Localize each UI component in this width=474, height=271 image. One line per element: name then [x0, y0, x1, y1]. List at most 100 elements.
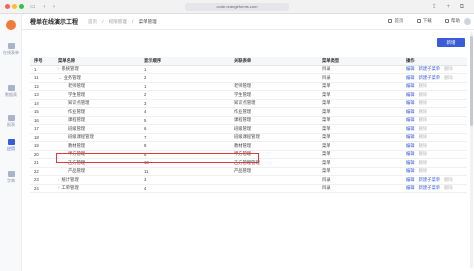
table-row[interactable]: 17 班级管理 6 班级管理 菜单 编辑 删除 — [30, 124, 467, 134]
cell-actions: 编辑 删除 — [402, 141, 467, 151]
cell-actions: 编辑 新建子菜单 删除 — [402, 184, 467, 193]
edit-button[interactable]: 编辑 — [406, 126, 415, 131]
cell-order: 1 — [140, 65, 230, 74]
cell-type: 目录 — [318, 73, 402, 83]
expand-arrow-icon[interactable]: › — [58, 66, 59, 71]
avatar[interactable] — [464, 18, 471, 25]
delete-button[interactable]: 删除 — [419, 100, 428, 105]
expand-arrow-icon[interactable]: › — [58, 177, 59, 182]
edit-button[interactable]: 编辑 — [406, 185, 415, 190]
delete-button[interactable]: 删除 — [419, 92, 428, 97]
close-window-button[interactable] — [5, 4, 10, 9]
edit-button[interactable]: 编辑 — [406, 168, 415, 173]
collapse-arrow-icon[interactable]: ⌄ — [58, 75, 62, 80]
menu-name: 教材管理 — [68, 142, 86, 148]
minimize-window-button[interactable] — [12, 4, 17, 9]
table-row[interactable]: 18 班级课程管理 7 班级课程管理 菜单 编辑 删除 — [30, 133, 467, 142]
cell-actions: 编辑 新建子菜单 删除 — [402, 73, 467, 83]
table-row[interactable]: 15 作业管理 4 作业管理 菜单 编辑 删除 — [30, 107, 467, 117]
delete-button[interactable]: 删除 — [444, 66, 453, 71]
cell-actions: 编辑 删除 — [402, 150, 467, 159]
table-row[interactable]: 1 › 系统管理 1 目录 编辑 新建子菜单 删除 — [30, 65, 467, 74]
edit-button[interactable]: 编辑 — [406, 134, 415, 139]
dictionary-icon — [7, 171, 15, 177]
cell-type: 菜单 — [318, 116, 402, 125]
edit-button[interactable]: 编辑 — [406, 92, 415, 97]
edit-button[interactable]: 编辑 — [406, 75, 415, 80]
edit-button[interactable]: 编辑 — [406, 177, 415, 182]
breadcrumb-item[interactable]: 权限管理 — [109, 19, 127, 24]
edit-button[interactable]: 编辑 — [406, 117, 415, 122]
help-link[interactable]: 帮助 — [445, 18, 460, 24]
add-submenu-button[interactable]: 新建子菜单 — [419, 75, 440, 80]
sidebar-item[interactable]: 应用 — [0, 139, 22, 151]
delete-button[interactable]: 删除 — [419, 151, 428, 156]
menu-name: 知识点管理 — [68, 100, 90, 106]
table-row[interactable]: 16 课程管理 5 课程管理 菜单 编辑 删除 — [30, 116, 467, 125]
sidebar-item[interactable]: 报表 — [0, 115, 22, 127]
add-submenu-button[interactable]: 新建子菜单 — [419, 177, 440, 182]
cell-actions: 编辑 删除 — [402, 90, 467, 100]
table-row[interactable]: 24 › 工单管理 4 目录 编辑 新建子菜单 删除 — [30, 184, 467, 193]
sidebar-item[interactable]: 在线表单 — [0, 43, 22, 55]
menu-table: 序号 菜单名称 显示顺序 关联表单 菜单类型 操作 1 › 系统管理 1 目录 编辑 新建子… — [30, 57, 467, 193]
breadcrumb-item[interactable]: 首页 — [88, 19, 97, 24]
add-menu-button[interactable]: 新增 — [437, 38, 465, 47]
add-submenu-button[interactable]: 新建子菜单 — [419, 185, 440, 190]
delete-button[interactable]: 删除 — [419, 109, 428, 114]
menu-name: 班级管理 — [68, 125, 86, 131]
table-row[interactable]: 23 › 统计管理 3 目录 编辑 新建子菜单 删除 — [30, 175, 467, 185]
edit-button[interactable]: 编辑 — [406, 109, 415, 114]
table-row[interactable]: 19 教材管理 8 教材管理 菜单 编辑 删除 — [30, 141, 467, 151]
delete-button[interactable]: 删除 — [444, 75, 453, 80]
cell-type: 目录 — [318, 175, 402, 185]
menu-name: 产品管理 — [68, 168, 86, 174]
delete-button[interactable]: 删除 — [419, 134, 428, 139]
scrollbar-thumb[interactable] — [470, 36, 473, 126]
cell-actions: 编辑 删除 — [402, 116, 467, 125]
edit-button[interactable]: 编辑 — [406, 143, 415, 148]
cell-order: 4 — [140, 184, 230, 193]
cell-order: 1 — [140, 82, 230, 91]
table-row[interactable]: 13 学生管理 2 学生管理 菜单 编辑 删除 — [30, 90, 467, 100]
cell-form: 班级管理 — [230, 124, 318, 134]
edit-button[interactable]: 编辑 — [406, 160, 415, 165]
table-row[interactable]: 12 老师管理 1 老师管理 菜单 编辑 删除 — [30, 82, 467, 91]
download-link[interactable]: 下载 — [416, 18, 432, 24]
delete-button[interactable]: 删除 — [419, 160, 428, 165]
column-header-order: 显示顺序 — [140, 57, 230, 66]
delete-button[interactable]: 删除 — [419, 168, 428, 173]
expand-arrow-icon[interactable]: › — [58, 185, 59, 190]
cell-type: 菜单 — [318, 133, 402, 142]
table-row[interactable]: 11 ⌄ 业务管理 2 目录 编辑 新建子菜单 删除 — [30, 73, 467, 83]
address-bar[interactable]: code.orangeforms.com — [185, 3, 289, 11]
edit-button[interactable]: 编辑 — [406, 151, 415, 156]
edit-button[interactable]: 编辑 — [406, 100, 415, 105]
cell-index: 16 — [30, 116, 54, 125]
home-icon — [388, 18, 393, 23]
delete-button[interactable]: 删除 — [419, 143, 428, 148]
sidebar-item-label: 字典 — [7, 178, 15, 183]
delete-button[interactable]: 删除 — [419, 83, 428, 88]
breadcrumb-separator: / — [102, 19, 104, 24]
cell-index: 12 — [30, 82, 54, 91]
cell-name: 课程管理 — [54, 116, 140, 125]
cell-name: › 工单管理 — [54, 184, 140, 193]
home-link[interactable]: 首页 — [388, 18, 403, 24]
cell-actions: 编辑 删除 — [402, 99, 467, 108]
table-row[interactable]: 14 知识点管理 3 知识点管理 菜单 编辑 删除 — [30, 99, 467, 108]
delete-button[interactable]: 删除 — [444, 177, 453, 182]
delete-button[interactable]: 删除 — [419, 126, 428, 131]
delete-button[interactable]: 删除 — [444, 185, 453, 190]
browser-share-icons[interactable]: ⇪ + ⧉ — [432, 3, 468, 11]
cell-type: 菜单 — [318, 167, 402, 176]
edit-button[interactable]: 编辑 — [406, 66, 415, 71]
table-row[interactable]: 22 产品管理 11 产品管理 菜单 编辑 删除 — [30, 167, 467, 176]
add-submenu-button[interactable]: 新建子菜单 — [419, 66, 440, 71]
delete-button[interactable]: 删除 — [419, 117, 428, 122]
maximize-window-button[interactable] — [19, 4, 24, 9]
sidebar-item[interactable]: 数据表 — [0, 85, 22, 97]
edit-button[interactable]: 编辑 — [406, 83, 415, 88]
browser-nav-icons[interactable]: ▭ ‹ › — [30, 3, 58, 10]
sidebar-item[interactable]: 字典 — [0, 171, 22, 183]
